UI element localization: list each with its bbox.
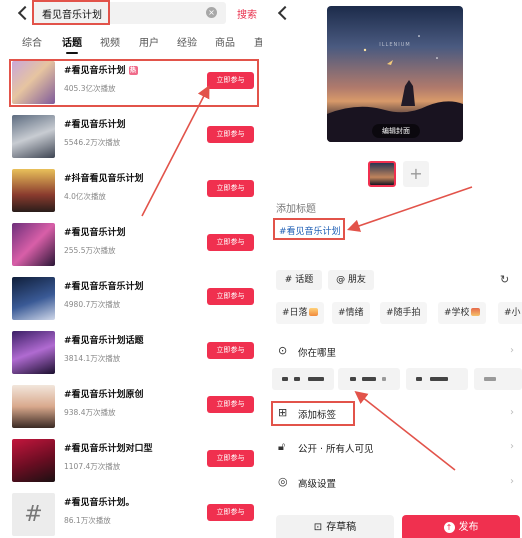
chevron-right-icon: › — [510, 441, 514, 452]
save-draft-button[interactable]: ⊡ 存草稿 — [276, 515, 394, 538]
visibility-label: 公开 · 所有人可见 — [298, 444, 374, 455]
join-button[interactable]: 立即参与 — [207, 234, 254, 251]
video-cover[interactable]: ILLENIUM 编辑封面 — [327, 6, 463, 142]
suggested-tag[interactable]: #随手拍 — [380, 302, 427, 324]
hashtag-highlight-box: #看见音乐计划 — [273, 218, 345, 240]
rotate-icon[interactable]: ↻ — [500, 273, 509, 286]
edit-cover-button[interactable]: 编辑封面 — [372, 124, 420, 138]
settings-gear-icon: ◎ — [278, 475, 288, 488]
active-tab-indicator — [66, 52, 78, 54]
first-result-highlight-box — [9, 59, 259, 107]
topic-thumbnail — [12, 169, 55, 212]
topic-title: #看见音乐计划。 — [64, 498, 135, 508]
topic-thumbnail — [12, 115, 55, 158]
add-title-input[interactable]: 添加标题 — [276, 200, 316, 215]
location-pin-icon: ⊙ — [278, 344, 288, 357]
selected-cover-thumbnail[interactable] — [368, 161, 396, 187]
result-tabs: 综合 话题 视频 用户 经验 商品 直 — [0, 30, 262, 54]
inserted-hashtag[interactable]: #看见音乐计划 — [279, 224, 341, 237]
join-button[interactable]: 立即参与 — [207, 396, 254, 413]
add-tag-highlight-box — [271, 401, 355, 426]
hashtag-icon: # — [12, 493, 55, 536]
location-suggestion[interactable] — [474, 368, 522, 390]
tab-all[interactable]: 综合 — [22, 34, 42, 49]
tab-videos[interactable]: 视频 — [100, 34, 120, 49]
topic-row[interactable]: # #看见音乐计划。 86.1万次播放 立即参与 — [0, 487, 262, 538]
join-button[interactable]: 立即参与 — [207, 342, 254, 359]
topic-row[interactable]: #看见音乐计划原创 938.4万次播放 立即参与 — [0, 379, 262, 433]
play-count: 86.1万次播放 — [64, 516, 111, 525]
topic-thumbnail — [12, 277, 55, 320]
sunset-emoji-icon — [308, 308, 318, 316]
topic-title: #看见音乐计划原创 — [64, 390, 144, 400]
topic-title: #看见音乐计划 — [64, 228, 126, 238]
location-row[interactable]: ⊙ 你在哪里 › — [266, 336, 522, 366]
topic-row[interactable]: #看见音乐计划对口型 1107.4万次播放 立即参与 — [0, 433, 262, 487]
topic-thumbnail — [12, 331, 55, 374]
advanced-settings-row[interactable]: ◎ 高级设置 › — [266, 467, 522, 497]
location-suggestion[interactable] — [338, 368, 400, 390]
join-button[interactable]: 立即参与 — [207, 180, 254, 197]
topic-row[interactable]: #看见音乐音乐计划 4980.7万次播放 立即参与 — [0, 271, 262, 325]
school-emoji-icon — [470, 308, 480, 316]
add-image-button[interactable]: + — [403, 161, 429, 187]
play-count: 3814.1万次播放 — [64, 354, 121, 363]
play-count: 5546.2万次播放 — [64, 138, 121, 147]
chevron-right-icon: › — [510, 476, 514, 487]
location-label: 你在哪里 — [298, 348, 337, 359]
chevron-right-icon: › — [510, 345, 514, 356]
play-count: 1107.4万次播放 — [64, 462, 121, 471]
play-count: 4980.7万次播放 — [64, 300, 121, 309]
topic-row[interactable]: #看见音乐计划话题 3814.1万次播放 立即参与 — [0, 325, 262, 379]
suggested-tag[interactable]: #日落 — [276, 302, 324, 324]
back-arrow-icon[interactable] — [17, 5, 33, 21]
topic-row[interactable]: #看见音乐计划 5546.2万次播放 立即参与 — [0, 109, 262, 163]
join-button[interactable]: 立即参与 — [207, 126, 254, 143]
topic-thumbnail — [12, 223, 55, 266]
suggested-tag[interactable]: #小 — [498, 302, 522, 324]
topic-title: #看见音乐计划话题 — [64, 336, 144, 346]
join-button[interactable]: 立即参与 — [207, 450, 254, 467]
join-button[interactable]: 立即参与 — [207, 504, 254, 521]
search-button[interactable]: 搜索 — [237, 6, 257, 21]
topic-row[interactable]: #看见音乐计划 255.5万次播放 立即参与 — [0, 217, 262, 271]
search-highlight-box — [32, 0, 110, 25]
join-button[interactable]: 立即参与 — [207, 288, 254, 305]
topic-title: #抖音看见音乐计划 — [64, 174, 144, 184]
location-suggestion[interactable] — [406, 368, 468, 390]
publish-button[interactable]: ↑ 发布 — [402, 515, 520, 538]
tab-users[interactable]: 用户 — [139, 34, 159, 49]
visibility-row[interactable]: 🔓︎ 公开 · 所有人可见 › — [266, 432, 522, 462]
suggested-tag[interactable]: #学校 — [438, 302, 486, 324]
publish-panel: ILLENIUM 编辑封面 + 添加标题 #看见音乐计划 # 话题 @ 朋友 ↻… — [266, 0, 522, 538]
play-count: 938.4万次播放 — [64, 408, 116, 417]
tab-live[interactable]: 直 — [254, 34, 262, 49]
topic-title: #看见音乐计划 — [64, 120, 126, 130]
topic-title: #看见音乐计划对口型 — [64, 444, 153, 454]
mention-friend-chip[interactable]: @ 朋友 — [328, 270, 374, 290]
cover-artwork — [327, 35, 463, 142]
back-arrow-icon[interactable] — [277, 5, 293, 21]
play-count: 4.0亿次播放 — [64, 192, 106, 201]
location-suggestion[interactable] — [272, 368, 334, 390]
topic-chip[interactable]: # 话题 — [276, 270, 322, 290]
topic-title: #看见音乐音乐计划 — [64, 282, 144, 292]
tab-experience[interactable]: 经验 — [177, 34, 197, 49]
clear-icon[interactable]: × — [206, 7, 217, 18]
play-count: 255.5万次播放 — [64, 246, 116, 255]
tab-products[interactable]: 商品 — [215, 34, 235, 49]
draft-box-icon: ⊡ — [313, 522, 323, 533]
topic-thumbnail — [12, 385, 55, 428]
publish-arrow-icon: ↑ — [443, 522, 455, 533]
chevron-right-icon: › — [510, 407, 514, 418]
suggested-tag[interactable]: #情绪 — [332, 302, 370, 324]
topic-row[interactable]: #抖音看见音乐计划 4.0亿次播放 立即参与 — [0, 163, 262, 217]
advanced-settings-label: 高级设置 — [298, 479, 337, 490]
topic-thumbnail — [12, 439, 55, 482]
tab-topics[interactable]: 话题 — [62, 34, 82, 49]
search-results-panel: 看见音乐计划 × 搜索 综合 话题 视频 用户 经验 商品 直 #看见音乐计划热… — [0, 0, 262, 538]
lock-icon: 🔓︎ — [278, 440, 286, 453]
